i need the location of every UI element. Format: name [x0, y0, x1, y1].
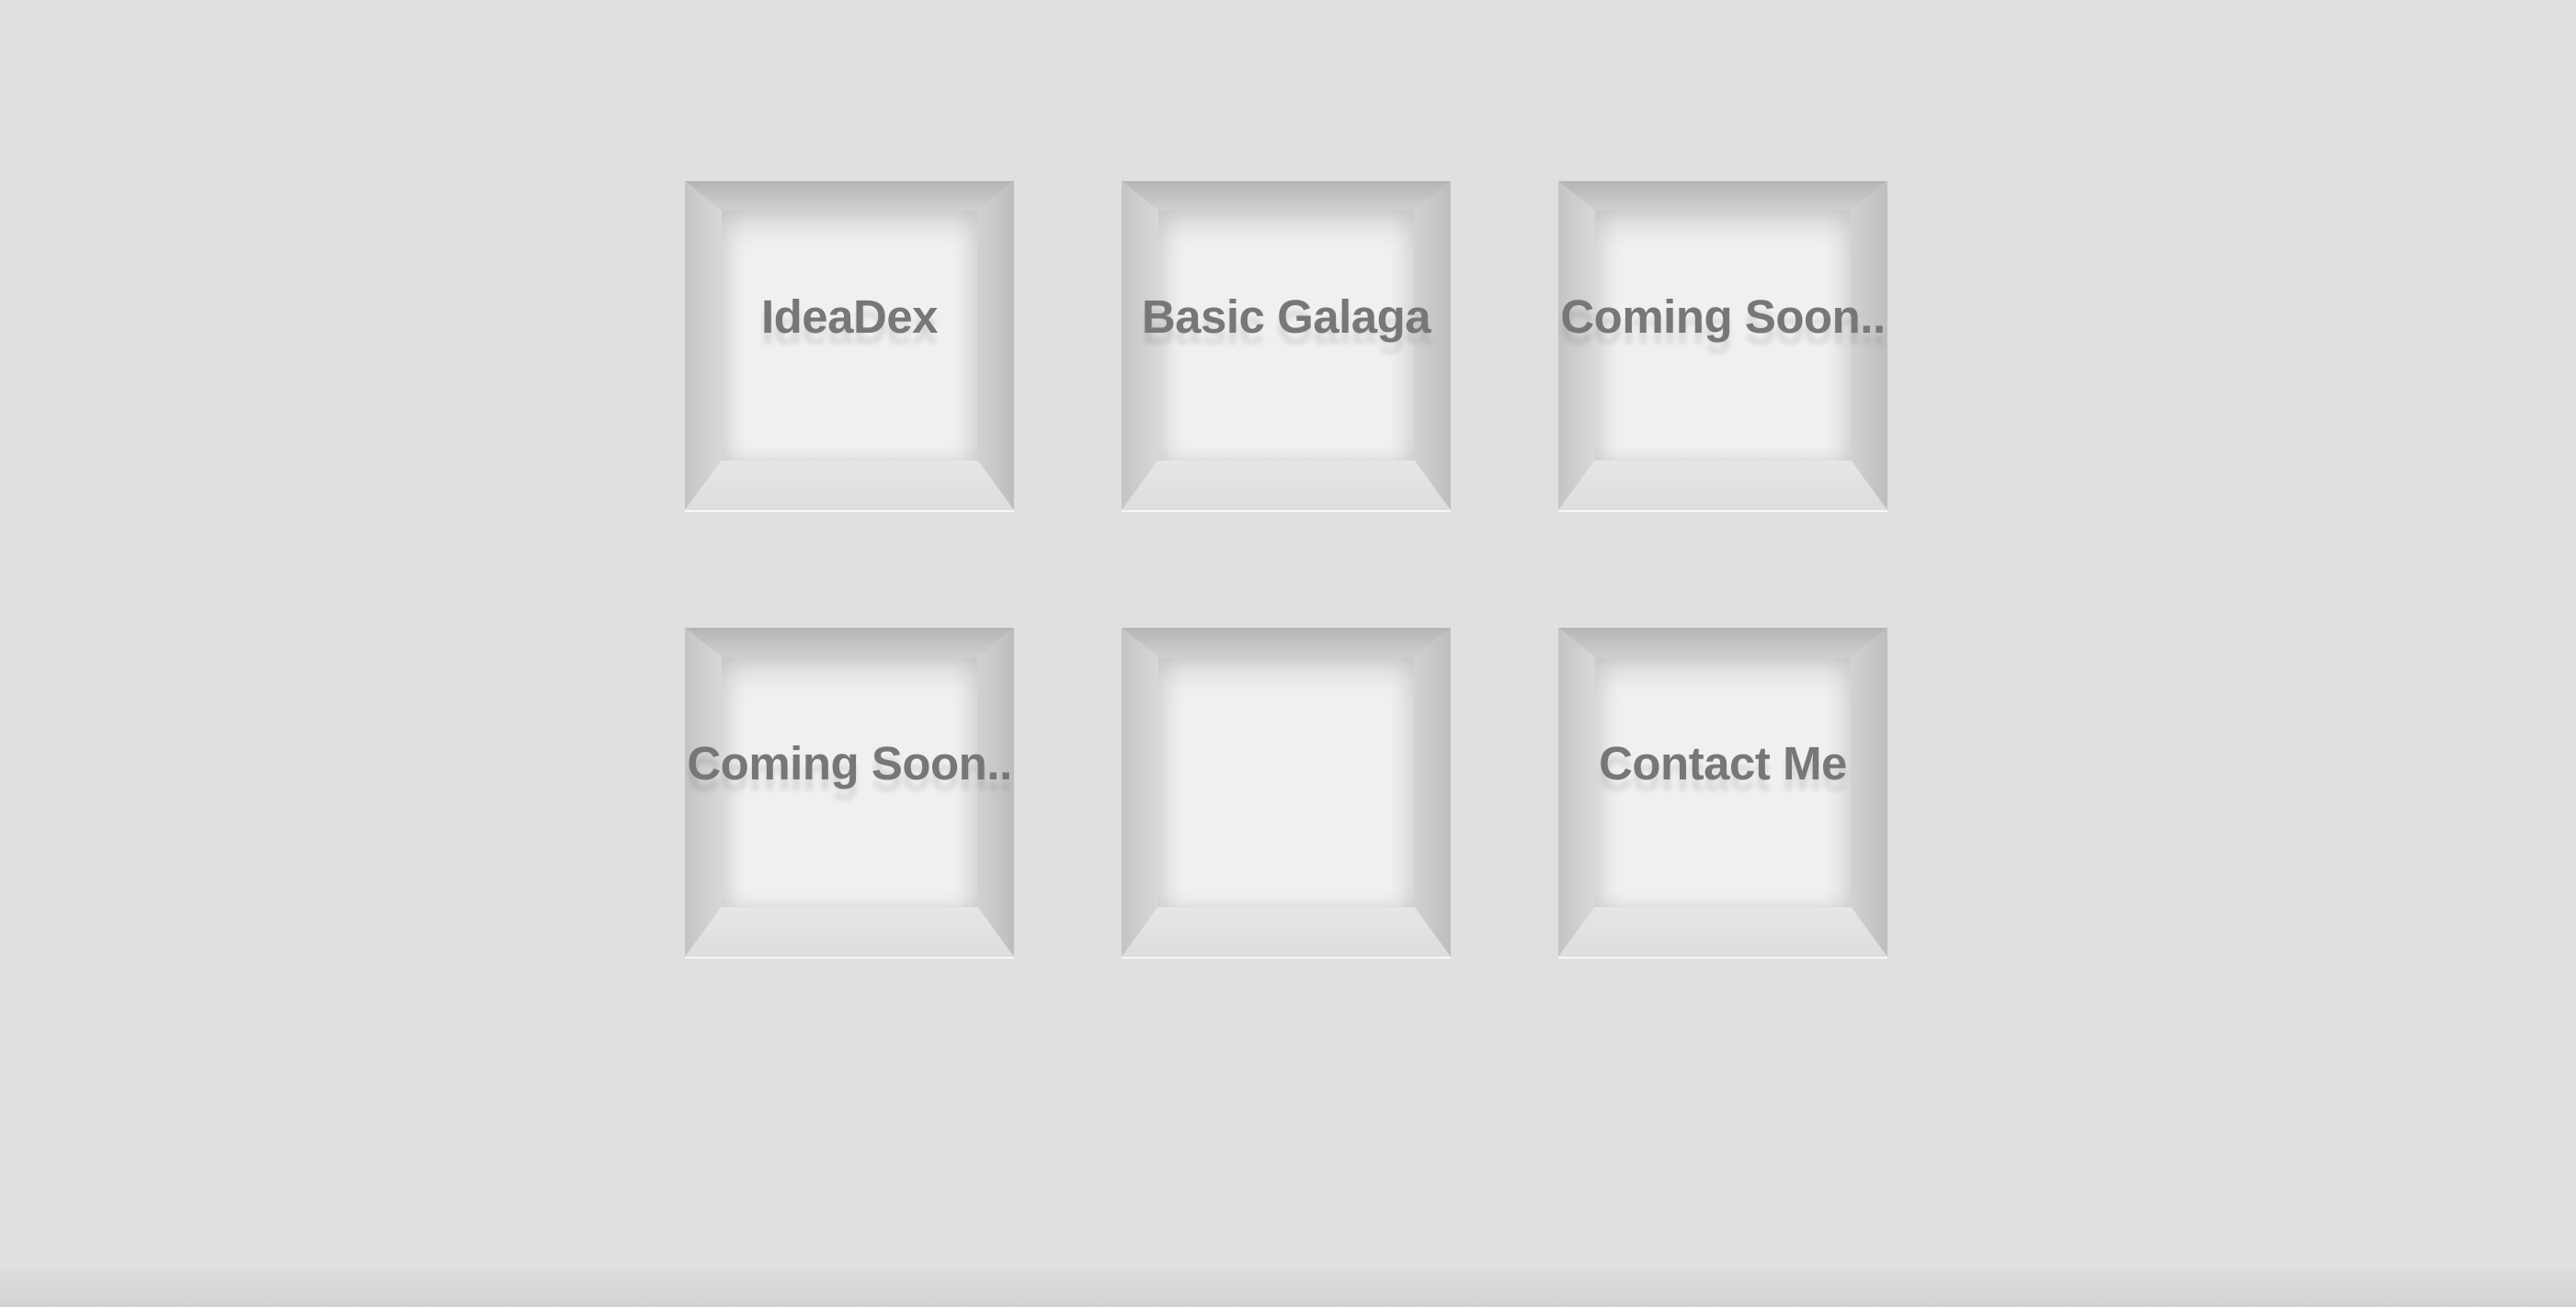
box-wall-top [685, 181, 1014, 210]
box-rim [1122, 510, 1451, 512]
box-wall-right [977, 181, 1014, 510]
tile-coming-soon-1[interactable]: Coming Soon.. [1558, 181, 1887, 512]
box-wall-right [1414, 181, 1451, 510]
tile-coming-soon-2[interactable]: Coming Soon.. [685, 628, 1014, 959]
tile-contact-me[interactable]: Contact Me [1558, 628, 1887, 959]
box-wall-bottom [685, 460, 1014, 510]
box-rim [685, 957, 1014, 959]
box-wall-right [1851, 181, 1887, 510]
box-wall-left [1122, 181, 1158, 510]
box-rim [1558, 510, 1887, 512]
tile-ideadex[interactable]: IdeaDex [685, 181, 1014, 512]
box-wall-left [1122, 628, 1158, 957]
tile-label[interactable]: Basic Galaga [1103, 290, 1469, 344]
box-wall-left [685, 181, 722, 510]
box-wall-bottom [685, 907, 1014, 957]
page-background: IdeaDex Basic Galaga Coming Soon.. Comin… [0, 0, 2576, 1307]
box-inner-shadow [1158, 657, 1414, 907]
tile-label[interactable]: Coming Soon.. [667, 736, 1032, 790]
box-wall-bottom [1122, 907, 1451, 957]
box-wall-right [1414, 628, 1451, 957]
box-wall-top [1558, 628, 1887, 657]
box-wall-top [1122, 181, 1451, 210]
tile-label[interactable]: Contact Me [1540, 736, 1906, 790]
tile-label[interactable]: Coming Soon.. [1540, 290, 1906, 344]
box-wall-top [685, 628, 1014, 657]
box-wall-left [1558, 181, 1595, 510]
box-rim [685, 510, 1014, 512]
box-wall-top [1558, 181, 1887, 210]
box-rim [1122, 957, 1451, 959]
tile-label[interactable]: IdeaDex [667, 290, 1032, 344]
box-wall-left [1558, 628, 1595, 957]
box-wall-right [977, 628, 1014, 957]
tile-basic-galaga[interactable]: Basic Galaga [1122, 181, 1451, 512]
box-wall-bottom [1558, 907, 1887, 957]
tile-grid: IdeaDex Basic Galaga Coming Soon.. Comin… [685, 181, 1887, 959]
bottom-fade [0, 1265, 2576, 1307]
box-wall-right [1851, 628, 1887, 957]
box-wall-bottom [1558, 460, 1887, 510]
tile-empty[interactable] [1122, 628, 1451, 959]
box-wall-bottom [1122, 460, 1451, 510]
box-wall-top [1122, 628, 1451, 657]
box-wall-left [685, 628, 722, 957]
box-rim [1558, 957, 1887, 959]
